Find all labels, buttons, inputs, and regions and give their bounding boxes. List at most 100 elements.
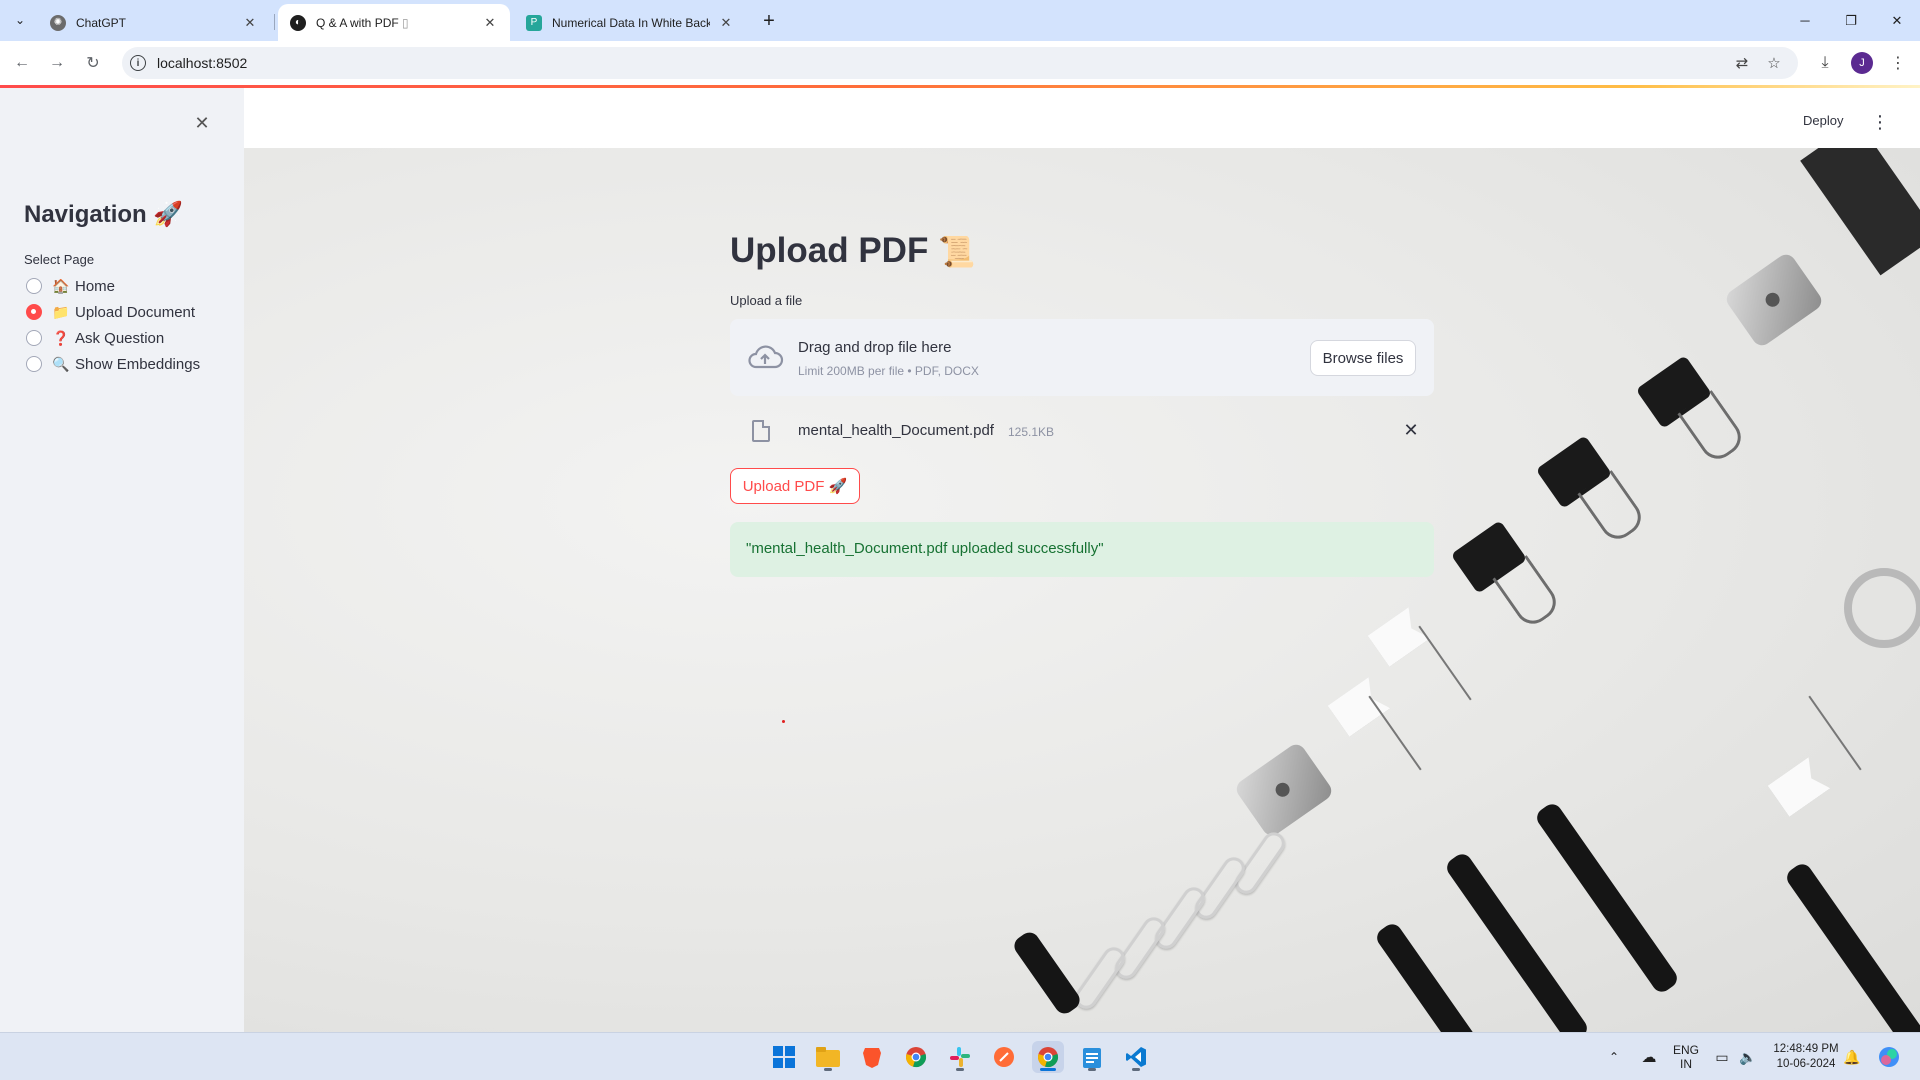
question-mark-icon: ❓	[52, 329, 70, 346]
postman-icon[interactable]	[988, 1041, 1020, 1073]
language-indicator[interactable]: ENG IN	[1666, 1033, 1706, 1080]
tab-separator	[274, 14, 275, 30]
back-arrow-icon[interactable]: ←	[10, 51, 34, 75]
tab-qa-with-pdf[interactable]: ◐ Q & A with PDF ▯ ✕	[278, 4, 510, 41]
pin-shape	[1418, 625, 1472, 701]
radio-label: Upload Document	[75, 303, 196, 321]
cursor-dot	[782, 720, 785, 723]
app-menu-icon[interactable]: ⋮	[1871, 112, 1889, 132]
file-size: 125.1KB	[1008, 425, 1055, 439]
radio-home[interactable]: 🏠 Home	[26, 275, 115, 297]
paperclip-shape	[1110, 913, 1170, 983]
binder-clip-shape	[1450, 520, 1528, 594]
vscode-icon[interactable]	[1120, 1041, 1152, 1073]
folder-icon: 📁	[52, 303, 70, 320]
translate-icon[interactable]: ⇄	[1732, 53, 1752, 73]
chrome-icon[interactable]	[900, 1041, 932, 1073]
address-url[interactable]: localhost:8502	[157, 55, 247, 71]
pin-shape	[1368, 695, 1422, 771]
paperclip-shape	[1150, 883, 1210, 953]
upload-pdf-button[interactable]: Upload PDF 🚀	[730, 468, 860, 504]
notification-bell-icon[interactable]: 🔔	[1840, 1033, 1864, 1080]
radio-ask-question[interactable]: ❓ Ask Question	[26, 327, 164, 349]
network-icon[interactable]: ▭	[1710, 1033, 1734, 1080]
file-dropzone[interactable]: Drag and drop file here Limit 200MB per …	[730, 319, 1434, 396]
sharpener-shape	[1722, 250, 1826, 350]
sidebar: ✕ Navigation 🚀 Select Page 🏠 Home 📁 Uplo…	[0, 88, 244, 1032]
streamlit-icon: ◐	[290, 14, 306, 31]
forward-arrow-icon[interactable]: →	[45, 51, 69, 75]
clock[interactable]: 12:48:49 PM 10-06-2024	[1764, 1033, 1848, 1080]
bookmark-star-icon[interactable]: ☆	[1764, 53, 1784, 73]
window-close-icon[interactable]: ✕	[1874, 0, 1920, 41]
windows-taskbar: ⌃ ☁ ENG IN ▭ 🔈 12:48:49 PM 10-06-2024 🔔	[0, 1032, 1920, 1080]
remove-file-icon[interactable]: ✕	[1400, 419, 1422, 441]
radio-label: Home	[75, 277, 116, 295]
sidebar-title: Navigation 🚀	[24, 201, 184, 228]
slack-icon[interactable]	[944, 1041, 976, 1073]
tab-search-chevron-icon[interactable]: ⌄	[6, 8, 34, 32]
reload-icon[interactable]: ↻	[81, 51, 105, 75]
chrome-profile-icon[interactable]	[1032, 1041, 1064, 1073]
address-bar[interactable]: i localhost:8502 ⇄ ☆	[122, 47, 1798, 79]
download-icon[interactable]: ⤓	[1813, 51, 1837, 75]
push-pin-flag-shape	[1768, 757, 1831, 817]
restore-icon[interactable]: ❐	[1828, 0, 1874, 41]
close-icon[interactable]: ✕	[482, 15, 498, 31]
site-info-icon[interactable]: i	[130, 55, 146, 71]
scroll-icon: 📜	[938, 236, 976, 269]
paperclip-shape	[1070, 943, 1130, 1013]
running-indicator	[1132, 1068, 1140, 1071]
new-tab-plus-icon[interactable]: +	[757, 9, 781, 33]
radio-button[interactable]	[26, 330, 42, 346]
page-title: Upload PDF 📜	[730, 231, 976, 270]
dropzone-limit: Limit 200MB per file • PDF, DOCX	[798, 364, 979, 378]
close-icon[interactable]: ✕	[242, 15, 258, 31]
cloud-sync-off-icon[interactable]: ☁	[1636, 1033, 1662, 1080]
running-indicator	[824, 1068, 832, 1071]
browse-files-button[interactable]: Browse files	[1310, 340, 1416, 376]
uploader-label: Upload a file	[730, 293, 803, 308]
binder-clip-shape	[1535, 435, 1613, 509]
main-content: Upload PDF 📜 Upload a file Drag and drop …	[244, 148, 1920, 1032]
binder-clip-shape	[1635, 355, 1713, 429]
brave-browser-icon[interactable]	[856, 1041, 888, 1073]
ring-shape	[1844, 568, 1920, 648]
tab-chatgpt[interactable]: ✺ ChatGPT ✕	[38, 4, 270, 41]
minimize-icon[interactable]: ─	[1782, 0, 1828, 41]
pin-shape	[1808, 695, 1862, 771]
profile-avatar[interactable]: J	[1851, 52, 1873, 74]
radio-button[interactable]	[26, 356, 42, 372]
pen-shape	[1443, 850, 1591, 1032]
cloud-upload-icon	[746, 343, 784, 371]
notepad-icon[interactable]	[1076, 1041, 1108, 1073]
windows-start-icon[interactable]	[768, 1041, 800, 1073]
copilot-icon[interactable]	[1874, 1033, 1904, 1080]
chatgpt-icon: ✺	[50, 14, 66, 31]
file-explorer-icon[interactable]	[812, 1041, 844, 1073]
tab-label: Q & A with PDF ▯	[316, 15, 409, 30]
sidebar-close-icon[interactable]: ✕	[192, 113, 212, 133]
success-message: "mental_health_Document.pdf uploaded suc…	[746, 540, 1104, 557]
tab-label: Numerical Data In White Backg	[552, 15, 710, 30]
radio-button[interactable]	[26, 304, 42, 320]
tab-numerical-data[interactable]: P Numerical Data In White Backg ✕	[514, 4, 746, 41]
active-indicator	[1040, 1068, 1056, 1071]
radio-label: Show Embeddings	[75, 355, 201, 373]
browser-menu-icon[interactable]: ⋮	[1886, 51, 1910, 75]
close-icon[interactable]: ✕	[718, 15, 734, 31]
uploaded-file-row: mental_health_Document.pdf 125.1KB ✕	[730, 406, 1434, 456]
radio-button[interactable]	[26, 278, 42, 294]
deploy-button[interactable]: Deploy	[1803, 113, 1843, 128]
ruler-shape	[1800, 148, 1920, 276]
radio-upload-document[interactable]: 📁 Upload Document	[26, 301, 195, 323]
radio-show-embeddings[interactable]: 🔍 Show Embeddings	[26, 353, 200, 375]
running-indicator	[956, 1068, 964, 1071]
push-pin-flag-shape	[1328, 677, 1391, 737]
doc-icon: P	[526, 14, 542, 31]
browser-toolbar: ← → ↻ i localhost:8502 ⇄ ☆ ⤓ J ⋮	[0, 41, 1920, 85]
running-indicator	[1088, 1068, 1096, 1071]
volume-icon[interactable]: 🔈	[1736, 1033, 1760, 1080]
pen-shape	[1533, 800, 1681, 996]
show-hidden-icons-chevron-icon[interactable]: ⌃	[1602, 1033, 1626, 1080]
